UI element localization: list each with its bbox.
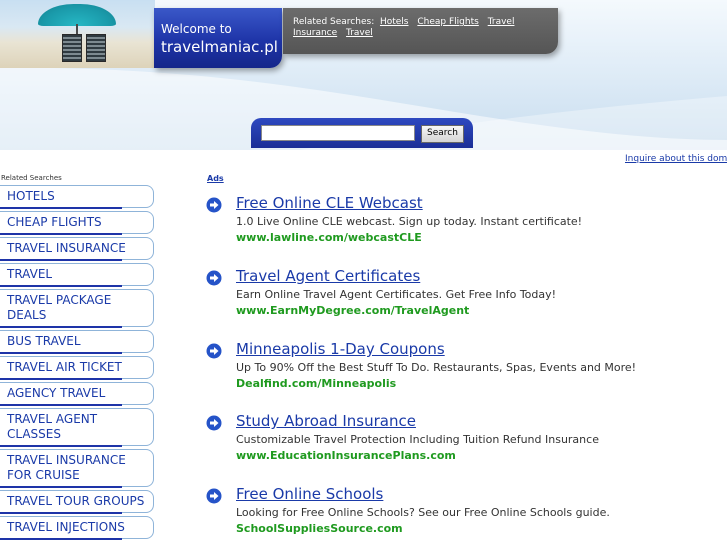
ad-description: Earn Online Travel Agent Certificates. G… [236, 288, 557, 301]
arrow-circle-icon[interactable] [206, 488, 222, 504]
sidebar-item-travel-air-ticket[interactable]: TRAVEL AIR TICKET [0, 356, 154, 380]
welcome-text: Welcome to [161, 22, 232, 36]
sidebar-title: Related Searches [1, 174, 62, 182]
welcome-box: Welcome to travelmaniac.pl [154, 8, 282, 68]
ads-label[interactable]: Ads [207, 174, 224, 183]
ad-url[interactable]: www.EarnMyDegree.com/TravelAgent [236, 304, 469, 317]
ad-url[interactable]: SchoolSuppliesSource.com [236, 522, 403, 535]
arrow-circle-icon[interactable] [206, 415, 222, 431]
search-button[interactable]: Search [421, 125, 464, 143]
ad-url[interactable]: www.EducationInsurancePlans.com [236, 449, 456, 462]
ad-description: Looking for Free Online Schools? See our… [236, 506, 610, 519]
sidebar-item-travel[interactable]: TRAVEL [0, 263, 154, 287]
sidebar-item-travel-package-deals[interactable]: TRAVEL PACKAGE DEALS [0, 289, 154, 328]
related-searches-list: HOTELS CHEAP FLIGHTS TRAVEL INSURANCE TR… [0, 185, 154, 542]
arrow-circle-icon[interactable] [206, 270, 222, 286]
ad-title[interactable]: Free Online Schools [236, 485, 383, 503]
ad-url[interactable]: Dealfind.com/Minneapolis [236, 377, 396, 390]
related-searches-prefix: Related Searches: [293, 17, 375, 27]
beach-photo [0, 0, 155, 68]
ad-title[interactable]: Free Online CLE Webcast [236, 194, 423, 212]
sidebar-item-travel-insurance[interactable]: TRAVEL INSURANCE [0, 237, 154, 261]
ad-description: Customizable Travel Protection Including… [236, 433, 599, 446]
ad-url[interactable]: www.lawline.com/webcastCLE [236, 231, 422, 244]
ad-title[interactable]: Minneapolis 1-Day Coupons [236, 340, 445, 358]
search-input[interactable] [261, 125, 415, 141]
inquire-domain-link[interactable]: Inquire about this domain [625, 154, 727, 164]
related-link-hotels[interactable]: Hotels [380, 17, 409, 27]
beach-chair-icon [86, 34, 106, 62]
search-bar: Search [251, 118, 473, 148]
sidebar-item-agency-travel[interactable]: AGENCY TRAVEL [0, 382, 154, 406]
ad-description: 1.0 Live Online CLE webcast. Sign up tod… [236, 215, 583, 228]
ad-title[interactable]: Study Abroad Insurance [236, 412, 416, 430]
sidebar-item-travel-tour-groups[interactable]: TRAVEL TOUR GROUPS [0, 490, 154, 514]
sidebar-item-travel-insurance-for-cruise[interactable]: TRAVEL INSURANCE FOR CRUISE [0, 449, 154, 488]
sidebar-item-hotels[interactable]: HOTELS [0, 185, 154, 209]
sidebar-item-travel-injections[interactable]: TRAVEL INJECTIONS [0, 516, 154, 540]
related-searches-box: Related Searches: Hotels Cheap Flights T… [283, 8, 558, 54]
ad-title[interactable]: Travel Agent Certificates [236, 267, 420, 285]
sidebar-item-travel-agent-classes[interactable]: TRAVEL AGENT CLASSES [0, 408, 154, 447]
related-link-travel[interactable]: Travel [346, 28, 373, 38]
domain-name: travelmaniac.pl [161, 38, 278, 56]
header-banner: Welcome to travelmaniac.pl Related Searc… [0, 0, 727, 150]
ad-description: Up To 90% Off the Best Stuff To Do. Rest… [236, 361, 637, 374]
sidebar-item-cheap-flights[interactable]: CHEAP FLIGHTS [0, 211, 154, 235]
arrow-circle-icon[interactable] [206, 343, 222, 359]
sidebar-item-bus-travel[interactable]: BUS TRAVEL [0, 330, 154, 354]
beach-chair-icon [62, 34, 82, 62]
arrow-circle-icon[interactable] [206, 197, 222, 213]
umbrella-icon [38, 4, 116, 26]
related-link-cheap-flights[interactable]: Cheap Flights [417, 17, 478, 27]
